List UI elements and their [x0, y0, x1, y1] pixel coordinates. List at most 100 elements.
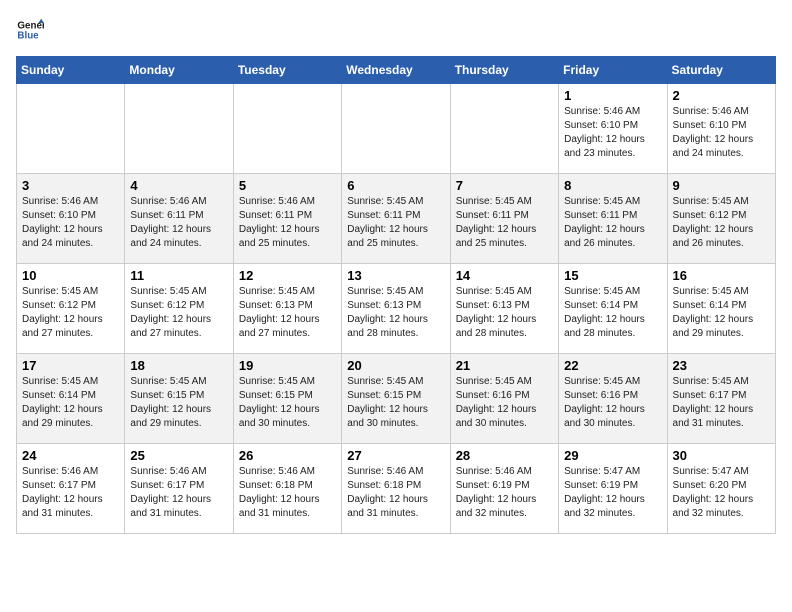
day-number: 25 — [130, 448, 227, 463]
day-info: Sunrise: 5:45 AM Sunset: 6:11 PM Dayligh… — [564, 195, 661, 251]
day-number: 7 — [456, 178, 553, 193]
calendar-header-row: SundayMondayTuesdayWednesdayThursdayFrid… — [17, 57, 776, 84]
day-number: 17 — [22, 358, 119, 373]
day-info: Sunrise: 5:45 AM Sunset: 6:13 PM Dayligh… — [456, 285, 553, 341]
day-number: 4 — [130, 178, 227, 193]
day-number: 1 — [564, 88, 661, 103]
logo: General Blue — [16, 16, 44, 44]
day-info: Sunrise: 5:45 AM Sunset: 6:13 PM Dayligh… — [347, 285, 444, 341]
calendar-cell: 11 Sunrise: 5:45 AM Sunset: 6:12 PM Dayli… — [125, 264, 233, 354]
day-info: Sunrise: 5:45 AM Sunset: 6:14 PM Dayligh… — [673, 285, 770, 341]
calendar-cell: 12Sunrise: 5:45 AM Sunset: 6:13 PM Dayli… — [233, 264, 341, 354]
calendar-cell: 17 Sunrise: 5:45 AM Sunset: 6:14 PM Dayli… — [17, 354, 125, 444]
week-row-4: 24Sunrise: 5:46 AM Sunset: 6:17 PM Dayli… — [17, 444, 776, 534]
calendar-table: SundayMondayTuesdayWednesdayThursdayFrid… — [16, 56, 776, 534]
header: General Blue — [16, 16, 776, 44]
calendar-cell: 9 Sunrise: 5:45 AM Sunset: 6:12 PM Daylig… — [667, 174, 775, 264]
day-number: 8 — [564, 178, 661, 193]
day-number: 15 — [564, 268, 661, 283]
day-info: Sunrise: 5:46 AM Sunset: 6:10 PM Dayligh… — [673, 105, 770, 161]
svg-text:Blue: Blue — [17, 30, 39, 41]
day-info: Sunrise: 5:45 AM Sunset: 6:15 PM Dayligh… — [239, 375, 336, 431]
day-number: 3 — [22, 178, 119, 193]
day-info: Sunrise: 5:47 AM Sunset: 6:20 PM Dayligh… — [673, 465, 770, 521]
header-wednesday: Wednesday — [342, 57, 450, 84]
calendar-cell: 3Sunrise: 5:46 AM Sunset: 6:10 PM Daylig… — [17, 174, 125, 264]
day-info: Sunrise: 5:45 AM Sunset: 6:11 PM Dayligh… — [456, 195, 553, 251]
calendar-cell: 28 Sunrise: 5:46 AM Sunset: 6:19 PM Dayli… — [450, 444, 558, 534]
calendar-cell: 18 Sunrise: 5:45 AM Sunset: 6:15 PM Dayli… — [125, 354, 233, 444]
day-number: 13 — [347, 268, 444, 283]
day-number: 16 — [673, 268, 770, 283]
calendar-cell — [450, 84, 558, 174]
calendar-cell: 5Sunrise: 5:46 AM Sunset: 6:11 PM Daylig… — [233, 174, 341, 264]
week-row-0: 1 Sunrise: 5:46 AM Sunset: 6:10 PM Daylig… — [17, 84, 776, 174]
header-monday: Monday — [125, 57, 233, 84]
day-number: 20 — [347, 358, 444, 373]
day-info: Sunrise: 5:45 AM Sunset: 6:14 PM Dayligh… — [564, 285, 661, 341]
calendar-cell: 21Sunrise: 5:45 AM Sunset: 6:16 PM Dayli… — [450, 354, 558, 444]
day-number: 22 — [564, 358, 661, 373]
day-info: Sunrise: 5:45 AM Sunset: 6:12 PM Dayligh… — [673, 195, 770, 251]
header-friday: Friday — [559, 57, 667, 84]
calendar-cell: 24Sunrise: 5:46 AM Sunset: 6:17 PM Dayli… — [17, 444, 125, 534]
header-sunday: Sunday — [17, 57, 125, 84]
day-number: 9 — [673, 178, 770, 193]
logo-icon: General Blue — [16, 16, 44, 44]
day-info: Sunrise: 5:46 AM Sunset: 6:17 PM Dayligh… — [130, 465, 227, 521]
week-row-3: 17 Sunrise: 5:45 AM Sunset: 6:14 PM Dayli… — [17, 354, 776, 444]
day-info: Sunrise: 5:45 AM Sunset: 6:12 PM Dayligh… — [130, 285, 227, 341]
day-number: 11 — [130, 268, 227, 283]
calendar-cell — [125, 84, 233, 174]
day-info: Sunrise: 5:45 AM Sunset: 6:12 PM Dayligh… — [22, 285, 119, 341]
calendar-cell: 19 Sunrise: 5:45 AM Sunset: 6:15 PM Dayli… — [233, 354, 341, 444]
week-row-1: 3Sunrise: 5:46 AM Sunset: 6:10 PM Daylig… — [17, 174, 776, 264]
week-row-2: 10 Sunrise: 5:45 AM Sunset: 6:12 PM Dayli… — [17, 264, 776, 354]
calendar-cell: 23Sunrise: 5:45 AM Sunset: 6:17 PM Dayli… — [667, 354, 775, 444]
calendar-cell: 14 Sunrise: 5:45 AM Sunset: 6:13 PM Dayli… — [450, 264, 558, 354]
header-thursday: Thursday — [450, 57, 558, 84]
day-info: Sunrise: 5:46 AM Sunset: 6:18 PM Dayligh… — [239, 465, 336, 521]
calendar-cell: 4 Sunrise: 5:46 AM Sunset: 6:11 PM Daylig… — [125, 174, 233, 264]
day-info: Sunrise: 5:46 AM Sunset: 6:17 PM Dayligh… — [22, 465, 119, 521]
calendar-cell — [342, 84, 450, 174]
day-info: Sunrise: 5:46 AM Sunset: 6:11 PM Dayligh… — [130, 195, 227, 251]
calendar-cell: 30Sunrise: 5:47 AM Sunset: 6:20 PM Dayli… — [667, 444, 775, 534]
day-info: Sunrise: 5:46 AM Sunset: 6:18 PM Dayligh… — [347, 465, 444, 521]
day-info: Sunrise: 5:45 AM Sunset: 6:17 PM Dayligh… — [673, 375, 770, 431]
calendar-cell: 20 Sunrise: 5:45 AM Sunset: 6:15 PM Dayli… — [342, 354, 450, 444]
day-info: Sunrise: 5:46 AM Sunset: 6:19 PM Dayligh… — [456, 465, 553, 521]
calendar-cell: 2 Sunrise: 5:46 AM Sunset: 6:10 PM Daylig… — [667, 84, 775, 174]
day-number: 6 — [347, 178, 444, 193]
calendar-cell: 7 Sunrise: 5:45 AM Sunset: 6:11 PM Daylig… — [450, 174, 558, 264]
day-number: 14 — [456, 268, 553, 283]
calendar-cell: 16 Sunrise: 5:45 AM Sunset: 6:14 PM Dayli… — [667, 264, 775, 354]
day-number: 10 — [22, 268, 119, 283]
calendar-cell — [233, 84, 341, 174]
day-number: 18 — [130, 358, 227, 373]
day-info: Sunrise: 5:45 AM Sunset: 6:16 PM Dayligh… — [564, 375, 661, 431]
day-number: 28 — [456, 448, 553, 463]
calendar-cell: 13 Sunrise: 5:45 AM Sunset: 6:13 PM Dayli… — [342, 264, 450, 354]
day-number: 2 — [673, 88, 770, 103]
calendar-cell: 6 Sunrise: 5:45 AM Sunset: 6:11 PM Daylig… — [342, 174, 450, 264]
calendar-cell: 10 Sunrise: 5:45 AM Sunset: 6:12 PM Dayli… — [17, 264, 125, 354]
calendar-cell: 29Sunrise: 5:47 AM Sunset: 6:19 PM Dayli… — [559, 444, 667, 534]
day-info: Sunrise: 5:45 AM Sunset: 6:15 PM Dayligh… — [347, 375, 444, 431]
calendar-cell: 22 Sunrise: 5:45 AM Sunset: 6:16 PM Dayli… — [559, 354, 667, 444]
calendar-cell: 8 Sunrise: 5:45 AM Sunset: 6:11 PM Daylig… — [559, 174, 667, 264]
calendar-cell: 1 Sunrise: 5:46 AM Sunset: 6:10 PM Daylig… — [559, 84, 667, 174]
day-info: Sunrise: 5:45 AM Sunset: 6:14 PM Dayligh… — [22, 375, 119, 431]
day-info: Sunrise: 5:46 AM Sunset: 6:10 PM Dayligh… — [564, 105, 661, 161]
day-number: 19 — [239, 358, 336, 373]
day-number: 27 — [347, 448, 444, 463]
calendar-cell — [17, 84, 125, 174]
calendar-cell: 25 Sunrise: 5:46 AM Sunset: 6:17 PM Dayli… — [125, 444, 233, 534]
day-info: Sunrise: 5:45 AM Sunset: 6:15 PM Dayligh… — [130, 375, 227, 431]
day-info: Sunrise: 5:47 AM Sunset: 6:19 PM Dayligh… — [564, 465, 661, 521]
day-info: Sunrise: 5:46 AM Sunset: 6:11 PM Dayligh… — [239, 195, 336, 251]
day-info: Sunrise: 5:45 AM Sunset: 6:11 PM Dayligh… — [347, 195, 444, 251]
header-tuesday: Tuesday — [233, 57, 341, 84]
day-info: Sunrise: 5:45 AM Sunset: 6:16 PM Dayligh… — [456, 375, 553, 431]
header-saturday: Saturday — [667, 57, 775, 84]
